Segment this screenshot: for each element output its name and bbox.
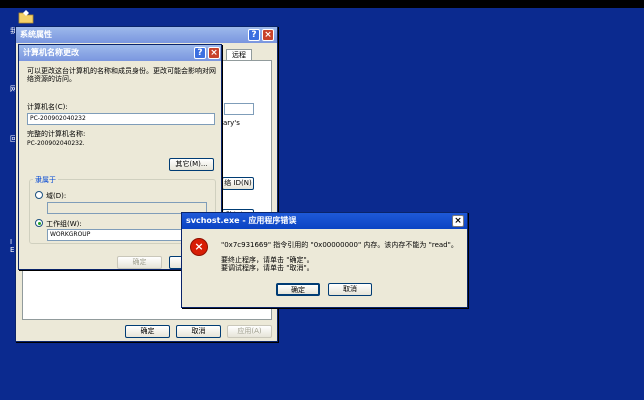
ok-button[interactable]: 确定 — [117, 256, 162, 269]
error-cancel-button[interactable]: 取消 — [328, 283, 372, 296]
desktop-icon-label: E — [10, 246, 15, 254]
full-name-value: PC-200902040232. — [27, 140, 85, 147]
network-id-button[interactable]: 络 ID(N) — [222, 177, 254, 190]
window-title: 系统属性 — [20, 30, 52, 39]
workgroup-label: 工作组(W): — [46, 220, 82, 228]
desktop: 我 网 回 I E 系统属性 ? × 远程 ary's 络 ID(N) 改(C)… — [0, 8, 644, 400]
name-change-titlebar[interactable]: 计算机名称更改 — [19, 45, 221, 61]
workgroup-radio[interactable] — [35, 219, 43, 227]
ok-button[interactable]: 确定 — [125, 325, 170, 338]
error-icon: × — [190, 238, 208, 256]
dialog-title: 计算机名称更改 — [23, 48, 79, 57]
error-titlebar[interactable]: svchost.exe - 应用程序错误 — [182, 213, 467, 229]
desktop-icon-label: I — [10, 238, 13, 246]
desktop-folder-icon[interactable] — [18, 10, 34, 24]
domain-radio[interactable] — [35, 191, 43, 199]
description-text: 可以更改这台计算机的名称和成员身份。更改可能会影响对网络资源的访问。 — [27, 67, 216, 83]
computer-name-label: 计算机名(C): — [27, 103, 68, 111]
error-message-line3: 要调试程序，请单击 "取消"。 — [221, 264, 314, 272]
close-button[interactable]: × — [262, 29, 274, 41]
radio-selected-dot — [38, 222, 41, 225]
error-message-line1: "0x7c931669" 指令引用的 "0x00000000" 内存。该内存不能… — [221, 241, 458, 249]
tab-remote[interactable]: 远程 — [226, 49, 252, 60]
help-button[interactable]: ? — [194, 47, 206, 59]
full-name-label: 完整的计算机名称: — [27, 130, 86, 138]
error-ok-button[interactable]: 确定 — [276, 283, 320, 296]
more-button[interactable]: 其它(M)... — [169, 158, 214, 171]
domain-label: 域(D): — [46, 192, 67, 200]
computer-name-input[interactable]: PC-200902040232 — [27, 113, 215, 125]
description-field[interactable] — [224, 103, 254, 115]
error-title: svchost.exe - 应用程序错误 — [186, 216, 297, 225]
close-button[interactable]: × — [452, 215, 464, 227]
system-properties-titlebar[interactable]: 系统属性 — [16, 27, 277, 43]
text-fragment: ary's — [223, 119, 240, 127]
application-error-dialog: svchost.exe - 应用程序错误 × × "0x7c931669" 指令… — [181, 212, 468, 308]
cancel-button[interactable]: 取消 — [176, 325, 221, 338]
close-button[interactable]: × — [208, 47, 220, 59]
member-of-label: 隶属于 — [33, 175, 58, 185]
help-button[interactable]: ? — [248, 29, 260, 41]
apply-button[interactable]: 应用(A) — [227, 325, 272, 338]
